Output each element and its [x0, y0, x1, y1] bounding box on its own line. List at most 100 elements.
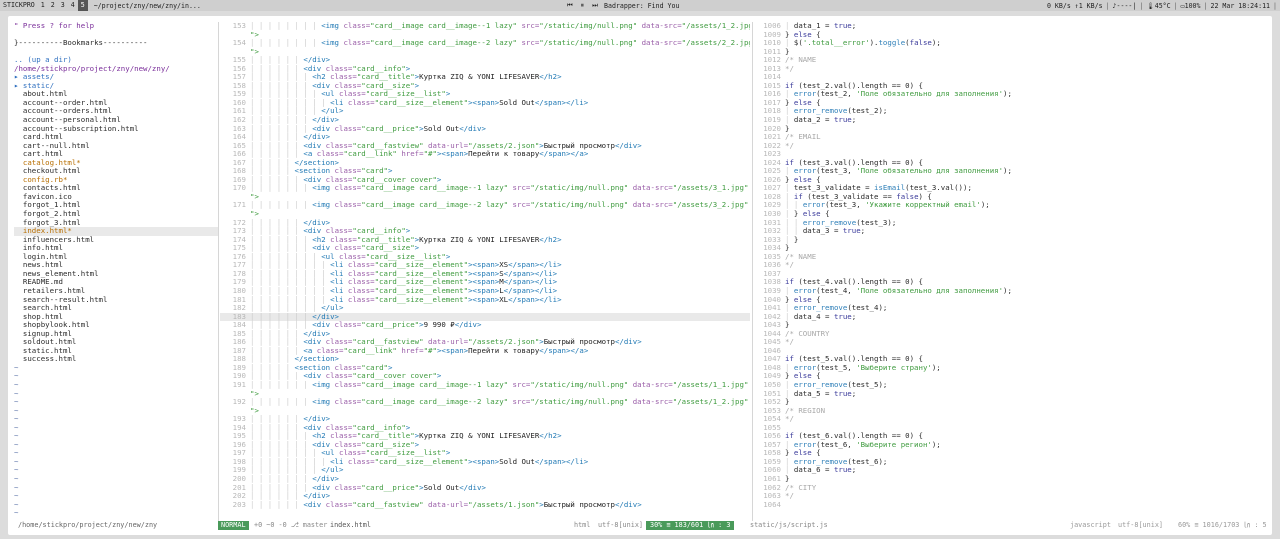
code-line[interactable]: 176 │ │ │ │ │ │ │ │ <ul class="card__size… — [220, 253, 750, 262]
tree-item[interactable]: shopbylook.html — [14, 321, 218, 330]
js-code-line[interactable]: 1027 │ test_3_validate = isEmail(test_3.v… — [755, 184, 1265, 193]
tree-item[interactable]: influencers.html — [14, 236, 218, 245]
js-code-line[interactable]: 1034} — [755, 244, 1265, 253]
code-line[interactable]: 159 │ │ │ │ │ │ │ │ <ul class="card__size… — [220, 90, 750, 99]
tree-item[interactable]: README.md — [14, 278, 218, 287]
tree-item[interactable]: static.html — [14, 347, 218, 356]
code-line[interactable]: 177 │ │ │ │ │ │ │ │ │ <li class="card__si… — [220, 261, 750, 270]
js-code-line[interactable]: 1046 — [755, 347, 1265, 356]
tree-item[interactable]: search.html — [14, 304, 218, 313]
tree-item[interactable]: about.html — [14, 90, 218, 99]
code-line[interactable]: 162 │ │ │ │ │ │ │ </div> — [220, 116, 750, 125]
js-code-line[interactable]: 1023 — [755, 150, 1265, 159]
js-code-line[interactable]: 1028 │ if (test_3_validate == false) { — [755, 193, 1265, 202]
code-line[interactable]: 167 │ │ │ │ │ </section> — [220, 159, 750, 168]
js-code-line[interactable]: 1020} — [755, 125, 1265, 134]
js-code-line[interactable]: 1042 │ data_4 = true; — [755, 313, 1265, 322]
code-line[interactable]: 157 │ │ │ │ │ │ │ <h2 class="card__title"… — [220, 73, 750, 82]
code-line[interactable]: "> — [220, 210, 750, 219]
code-line[interactable]: 197 │ │ │ │ │ │ │ │ <ul class="card__size… — [220, 449, 750, 458]
js-code-line[interactable]: 1044/* COUNTRY — [755, 330, 1265, 339]
tree-item[interactable]: catalog.html* — [14, 159, 218, 168]
tree-item[interactable]: forgot_2.html — [14, 210, 218, 219]
js-code-line[interactable]: 1063 */ — [755, 492, 1265, 501]
js-code-line[interactable]: 1022 */ — [755, 142, 1265, 151]
js-code-line[interactable]: 1018 │ error_remove(test_2); — [755, 107, 1265, 116]
js-code-line[interactable]: 1061} — [755, 475, 1265, 484]
code-line[interactable]: 185 │ │ │ │ │ │ </div> — [220, 330, 750, 339]
js-code-line[interactable]: 1045 */ — [755, 338, 1265, 347]
code-line[interactable]: 180 │ │ │ │ │ │ │ │ │ <li class="card__si… — [220, 287, 750, 296]
tree-item[interactable]: account--orders.html — [14, 107, 218, 116]
js-code-line[interactable]: 1016 │ error(test_2, 'Поле обязательно дл… — [755, 90, 1265, 99]
code-line[interactable]: "> — [220, 31, 750, 40]
js-code-line[interactable]: 1037 — [755, 270, 1265, 279]
tree-item[interactable]: cart--null.html — [14, 142, 218, 151]
js-code-line[interactable]: 1032 │ │ data_3 = true; — [755, 227, 1265, 236]
js-code-line[interactable]: 1017} else { — [755, 99, 1265, 108]
js-code-line[interactable]: 1035/* NAME — [755, 253, 1265, 262]
code-line[interactable]: 196 │ │ │ │ │ │ │ <div class="card__size"… — [220, 441, 750, 450]
tree-item[interactable]: account--personal.html — [14, 116, 218, 125]
code-line[interactable]: "> — [220, 390, 750, 399]
tree-item[interactable]: shop.html — [14, 313, 218, 322]
code-line[interactable]: "> — [220, 48, 750, 57]
js-code-line[interactable]: 1059 │ error_remove(test_6); — [755, 458, 1265, 467]
tree-item[interactable]: ▸ assets/ — [14, 73, 218, 82]
js-code-line[interactable]: 1021/* EMAIL — [755, 133, 1265, 142]
workspace-4[interactable]: 4 — [68, 0, 78, 11]
tree-item[interactable]: config.rb* — [14, 176, 218, 185]
tree-item[interactable]: index.html* — [14, 227, 218, 236]
js-code-line[interactable]: 1050 │ error_remove(test_5); — [755, 381, 1265, 390]
js-code-line[interactable]: 1033 │ } — [755, 236, 1265, 245]
js-code-line[interactable]: 1012/* NAME — [755, 56, 1265, 65]
js-code-line[interactable]: 1043} — [755, 321, 1265, 330]
code-line[interactable]: 182 │ │ │ │ │ │ │ │ </ul> — [220, 304, 750, 313]
code-line[interactable]: 189 │ │ │ │ │ <section class="card"> — [220, 364, 750, 373]
code-line[interactable]: 187 │ │ │ │ │ │ <a class="card__link" hre… — [220, 347, 750, 356]
js-editor-pane[interactable]: 1006 │ data_1 = true; 1009} else {1010 │ $(… — [755, 22, 1265, 521]
js-code-line[interactable]: 1052} — [755, 398, 1265, 407]
code-line[interactable]: 184 │ │ │ │ │ │ │ <div class="card__price… — [220, 321, 750, 330]
nerdtree-pane[interactable]: " Press ? for help }----------Bookmarks-… — [14, 22, 218, 521]
media-controls[interactable]: ⏮ ⏸ ⏭ — [567, 1, 598, 10]
code-line[interactable]: 164 │ │ │ │ │ │ </div> — [220, 133, 750, 142]
js-code-line[interactable]: 1054 */ — [755, 415, 1265, 424]
code-line[interactable]: 174 │ │ │ │ │ │ │ <h2 class="card__title"… — [220, 236, 750, 245]
js-code-line[interactable]: 1026} else { — [755, 176, 1265, 185]
js-code-line[interactable]: 1010 │ $('.total__error').toggle(false); — [755, 39, 1265, 48]
code-line[interactable]: 154 │ │ │ │ │ │ │ │ <img class="card__ima… — [220, 39, 750, 48]
js-code-line[interactable]: 1051 │ data_5 = true; — [755, 390, 1265, 399]
split-divider[interactable] — [218, 22, 219, 521]
tree-item[interactable]: favicon.ico — [14, 193, 218, 202]
code-line[interactable]: 169 │ │ │ │ │ │ <div class="card__cover c… — [220, 176, 750, 185]
tree-item[interactable]: success.html — [14, 355, 218, 364]
js-code-line[interactable]: 1014 — [755, 73, 1265, 82]
code-line[interactable]: 161 │ │ │ │ │ │ │ │ </ul> — [220, 107, 750, 116]
pause-icon[interactable]: ⏸ — [581, 1, 584, 9]
next-icon[interactable]: ⏭ — [592, 1, 598, 9]
workspace-1[interactable]: 1 — [38, 0, 48, 11]
code-line[interactable]: "> — [220, 193, 750, 202]
js-code-line[interactable]: 1013 */ — [755, 65, 1265, 74]
tree-item[interactable]: signup.html — [14, 330, 218, 339]
js-code-line[interactable]: 1057 │ error(test_6, 'Выберите регион'); — [755, 441, 1265, 450]
tree-item[interactable]: account--order.html — [14, 99, 218, 108]
code-line[interactable]: 158 │ │ │ │ │ │ │ <div class="card__size"… — [220, 82, 750, 91]
split-divider[interactable] — [752, 22, 753, 521]
tree-up-dir[interactable]: .. (up a dir) — [14, 56, 218, 65]
tree-item[interactable]: account--subscription.html — [14, 125, 218, 134]
workspace-3[interactable]: 3 — [58, 0, 68, 11]
code-line[interactable]: "> — [220, 407, 750, 416]
tree-item[interactable]: ▸ static/ — [14, 82, 218, 91]
code-line[interactable]: 166 │ │ │ │ │ │ <a class="card__link" hre… — [220, 150, 750, 159]
tree-item[interactable]: contacts.html — [14, 184, 218, 193]
js-code-line[interactable]: 1038 if (test_4.val().length == 0) { — [755, 278, 1265, 287]
tree-item[interactable]: news.html — [14, 261, 218, 270]
js-code-line[interactable]: 1015 if (test_2.val().length == 0) { — [755, 82, 1265, 91]
tree-item[interactable]: card.html — [14, 133, 218, 142]
js-code-line[interactable]: 1019 │ data_2 = true; — [755, 116, 1265, 125]
js-code-line[interactable]: 1031 │ │ error_remove(test_3); — [755, 219, 1265, 228]
code-line[interactable]: 179 │ │ │ │ │ │ │ │ │ <li class="card__si… — [220, 278, 750, 287]
code-line[interactable]: 172 │ │ │ │ │ │ </div> — [220, 219, 750, 228]
